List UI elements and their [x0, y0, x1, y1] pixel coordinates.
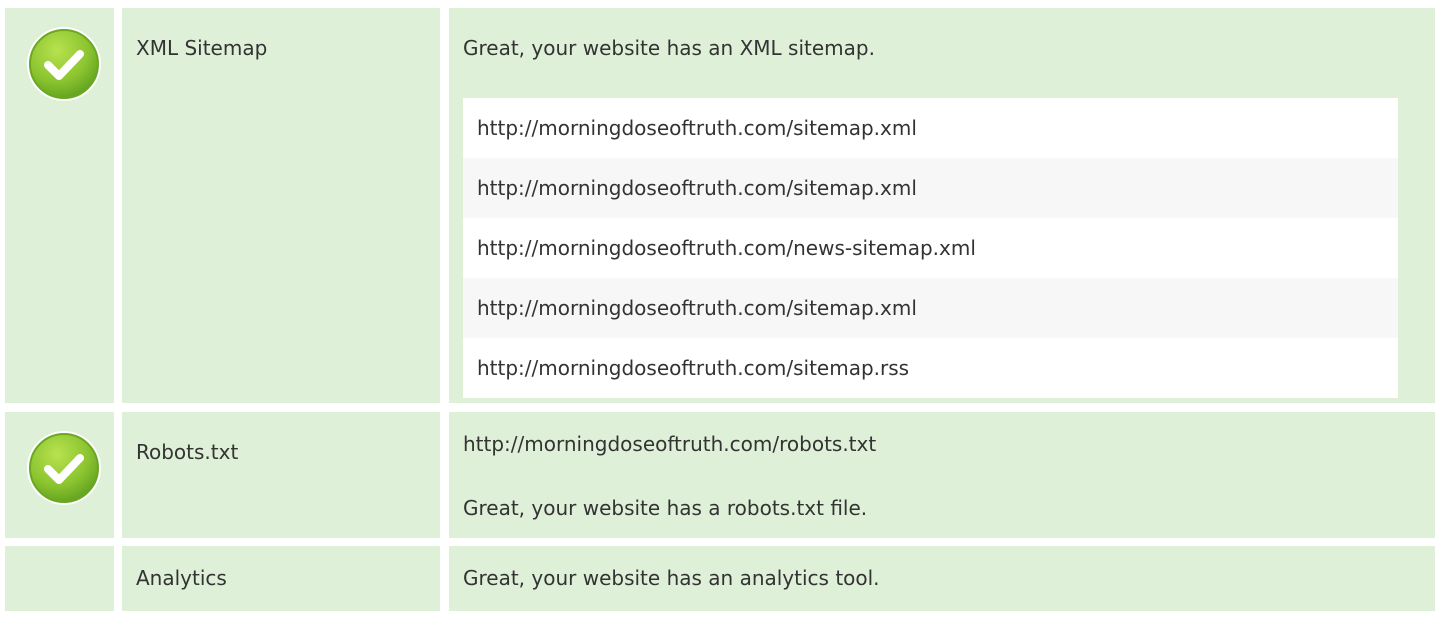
robots-url: http://morningdoseoftruth.com/robots.txt	[463, 432, 877, 456]
row-label: Analytics	[136, 566, 227, 590]
row-analytics: Analytics Great, your website has an ana…	[0, 546, 1449, 611]
row-label: Robots.txt	[136, 440, 239, 464]
status-message: Great, your website has a robots.txt fil…	[463, 496, 868, 520]
status-message: Great, your website has an analytics too…	[463, 566, 880, 590]
row-robots-txt: Robots.txt http://morningdoseoftruth.com…	[0, 412, 1449, 538]
check-circle-icon	[25, 25, 103, 103]
row-xml-sitemap: XML Sitemap Great, your website has an X…	[0, 8, 1449, 403]
sitemap-url-list: http://morningdoseoftruth.com/sitemap.xm…	[463, 98, 1398, 398]
label-cell: XML Sitemap	[122, 8, 440, 403]
sitemap-url: http://morningdoseoftruth.com/news-sitem…	[463, 218, 1398, 278]
value-cell: http://morningdoseoftruth.com/robots.txt…	[449, 412, 1435, 538]
status-message: Great, your website has an XML sitemap.	[463, 36, 875, 60]
check-circle-icon	[25, 429, 103, 507]
status-cell	[5, 8, 114, 403]
sitemap-url: http://morningdoseoftruth.com/sitemap.xm…	[463, 98, 1398, 158]
value-cell: Great, your website has an analytics too…	[449, 546, 1435, 611]
sitemap-url: http://morningdoseoftruth.com/sitemap.xm…	[463, 158, 1398, 218]
label-cell: Analytics	[122, 546, 440, 611]
status-cell	[5, 546, 114, 611]
sitemap-url: http://morningdoseoftruth.com/sitemap.xm…	[463, 278, 1398, 338]
label-cell: Robots.txt	[122, 412, 440, 538]
row-label: XML Sitemap	[136, 36, 268, 60]
sitemap-url: http://morningdoseoftruth.com/sitemap.rs…	[463, 338, 1398, 398]
value-cell: Great, your website has an XML sitemap. …	[449, 8, 1435, 403]
status-cell	[5, 412, 114, 538]
